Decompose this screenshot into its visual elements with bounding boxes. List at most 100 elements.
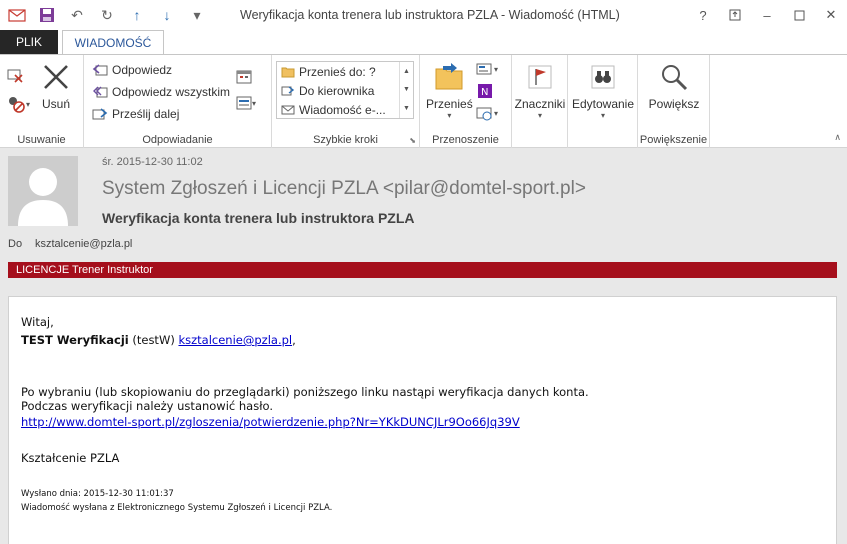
footer-note: Wiadomość wysłana z Elektronicznego Syst… xyxy=(21,503,333,513)
chevron-down-icon: ▾ xyxy=(537,111,542,120)
actions-icon[interactable]: ▾ xyxy=(476,105,498,121)
group-label-zoom: Powiększenie xyxy=(639,134,708,146)
dialog-launcher-icon[interactable]: ⬊ xyxy=(409,136,416,145)
quick-step-move-to[interactable]: Przenieś do: ? xyxy=(277,62,413,81)
reply-icon xyxy=(92,63,108,77)
customize-toolbar-icon[interactable]: ▾ xyxy=(184,2,210,28)
chevron-down-icon: ▾ xyxy=(26,99,31,109)
meeting-icon[interactable] xyxy=(236,69,252,88)
tab-file[interactable]: PLIK xyxy=(0,30,58,54)
group-label-quick-steps: Szybkie kroki xyxy=(313,134,378,146)
svg-text:N: N xyxy=(481,87,488,98)
tags-button[interactable]: Znaczniki ▾ xyxy=(514,61,566,120)
group-label-delete: Usuwanie xyxy=(17,134,66,146)
signature: Kształcenie PZLA xyxy=(21,451,120,465)
ribbon-display-icon[interactable] xyxy=(719,0,751,30)
delete-icon xyxy=(40,61,72,93)
to-label: Do xyxy=(8,238,23,250)
redo-icon[interactable]: ↻ xyxy=(94,2,120,28)
group-tags: Znaczniki ▾ xyxy=(512,55,568,149)
zoom-button[interactable]: Powiększ xyxy=(642,61,706,111)
group-editing: Edytowanie ▾ xyxy=(568,55,638,149)
recipient-line: TEST Weryfikacji (testW) ksztalcenie@pzl… xyxy=(21,333,824,347)
chevron-down-icon: ▾ xyxy=(252,98,257,108)
chevron-down-icon: ▾ xyxy=(447,111,452,120)
close-icon[interactable]: ✕ xyxy=(815,0,847,30)
group-delete: ▾ Usuń Usuwanie xyxy=(0,55,84,149)
binoculars-icon xyxy=(587,61,619,93)
group-move: Przenieś ▾ ▾ N ▾ Przenoszenie xyxy=(420,55,512,149)
category-bar: LICENCJE Trener Instruktor xyxy=(8,262,837,278)
expand-gallery-icon[interactable]: ▼ xyxy=(403,105,410,112)
group-label-move: Przenoszenie xyxy=(432,134,499,146)
avatar xyxy=(8,156,78,226)
scroll-up-icon[interactable]: ▲ xyxy=(403,68,410,75)
move-label: Przenieś xyxy=(426,97,473,111)
body-line-1: Po wybraniu (lub skopiowaniu do przegląd… xyxy=(21,385,589,399)
to-recipient[interactable]: ksztalcenie@pzla.pl xyxy=(35,238,132,250)
message-sender[interactable]: System Zgłoszeń i Licencji PZLA <pilar@d… xyxy=(102,178,586,200)
move-folder-icon xyxy=(433,61,465,93)
forward-icon xyxy=(92,107,108,121)
ignore-icon[interactable] xyxy=(6,67,24,86)
save-icon[interactable] xyxy=(34,2,60,28)
quick-step-label: Przenieś do: ? xyxy=(299,64,376,79)
reply-label: Odpowiedz xyxy=(112,63,173,77)
ribbon: ▾ Usuń Usuwanie Odpowiedz Odpowiedz wszy… xyxy=(0,54,847,149)
scroll-down-icon[interactable]: ▼ xyxy=(403,86,410,93)
previous-item-icon[interactable]: ↑ xyxy=(124,2,150,28)
move-button[interactable]: Przenieś ▾ xyxy=(426,61,473,120)
chevron-down-icon: ▾ xyxy=(494,64,499,74)
quick-step-team-email[interactable]: Wiadomość e-... xyxy=(277,100,413,119)
editing-button[interactable]: Edytowanie ▾ xyxy=(570,61,636,120)
email-icon xyxy=(281,104,295,116)
quick-step-to-manager[interactable]: Do kierownika xyxy=(277,81,413,100)
reply-all-label: Odpowiedz wszystkim xyxy=(112,85,231,99)
more-respond-icon[interactable]: ▾ xyxy=(236,95,256,111)
chevron-down-icon: ▾ xyxy=(494,108,499,118)
window-controls: ? – ✕ xyxy=(687,0,847,30)
recipient-email-link[interactable]: ksztalcenie@pzla.pl xyxy=(178,333,292,347)
delete-label: Usuń xyxy=(41,97,70,111)
tags-label: Znaczniki xyxy=(514,97,566,111)
editing-label: Edytowanie xyxy=(571,97,635,111)
forward-button[interactable]: Prześlij dalej xyxy=(92,103,230,125)
junk-icon[interactable]: ▾ xyxy=(6,95,30,113)
recipient-name: TEST Weryfikacji xyxy=(21,333,129,347)
quick-step-label: Do kierownika xyxy=(299,83,375,98)
rules-icon[interactable]: ▾ xyxy=(476,61,498,77)
reply-all-button[interactable]: Odpowiedz wszystkim xyxy=(92,81,230,103)
title-bar: ↶ ↻ ↑ ↓ ▾ Weryfikacja konta trenera lub … xyxy=(0,0,847,30)
message-subject: Weryfikacja konta trenera lub instruktor… xyxy=(102,210,415,226)
greeting: Witaj, xyxy=(21,315,54,329)
next-item-icon[interactable]: ↓ xyxy=(154,2,180,28)
tab-message[interactable]: WIADOMOŚĆ xyxy=(62,30,164,55)
maximize-icon[interactable] xyxy=(783,0,815,30)
message-header: śr. 2015-12-30 11:02 System Zgłoszeń i L… xyxy=(0,148,847,262)
chevron-down-icon: ▾ xyxy=(600,111,605,120)
group-respond: Odpowiedz Odpowiedz wszystkim Prześlij d… xyxy=(84,55,272,149)
undo-icon[interactable]: ↶ xyxy=(64,2,90,28)
reply-button[interactable]: Odpowiedz xyxy=(92,59,230,81)
message-date: śr. 2015-12-30 11:02 xyxy=(102,156,203,168)
comma: , xyxy=(292,333,296,347)
delete-button[interactable]: Usuń xyxy=(40,61,72,111)
window-title: Weryfikacja konta trenera lub instruktor… xyxy=(240,8,620,22)
body-line-2: Podczas weryfikacji należy ustanowić has… xyxy=(21,399,273,413)
message-body: Witaj, TEST Weryfikacji (testW) ksztalce… xyxy=(8,296,837,544)
quick-steps-scrollbar[interactable]: ▲ ▼ ▼ xyxy=(399,62,413,118)
flag-icon xyxy=(524,61,556,93)
zoom-label: Powiększ xyxy=(648,97,700,111)
person-icon xyxy=(8,156,78,226)
collapse-ribbon-icon[interactable]: ∧ xyxy=(834,132,841,143)
help-icon[interactable]: ? xyxy=(687,0,719,30)
onenote-icon[interactable]: N xyxy=(476,83,494,102)
ribbon-tabs: PLIK WIADOMOŚĆ xyxy=(0,30,847,55)
group-quick-steps: Przenieś do: ? Do kierownika Wiadomość e… xyxy=(272,55,420,149)
verification-link[interactable]: http://www.domtel-sport.pl/zgloszenia/po… xyxy=(21,415,520,429)
minimize-icon[interactable]: – xyxy=(751,0,783,30)
quick-access-toolbar: ↶ ↻ ↑ ↓ ▾ xyxy=(0,2,210,28)
outlook-envelope-icon xyxy=(4,2,30,28)
magnifier-icon xyxy=(658,61,690,93)
sent-date: Wysłano dnia: 2015-12-30 11:01:37 xyxy=(21,489,174,499)
